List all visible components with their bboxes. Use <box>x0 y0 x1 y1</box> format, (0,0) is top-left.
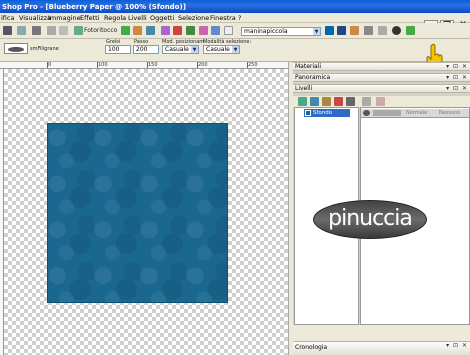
panel-controls-icon[interactable]: ▾ ⊡ ✕ <box>446 74 468 82</box>
layer-toolbar <box>293 96 470 107</box>
horizontal-ruler: 0 100 150 200 250 <box>0 62 292 69</box>
tool-name[interactable]: Fotoritocco <box>84 27 117 34</box>
menu-oggetti[interactable]: Oggetti <box>150 14 174 22</box>
materials-panel-header[interactable]: Materiali ▾ ⊡ ✕ <box>293 62 470 71</box>
effects-icon[interactable] <box>161 26 170 35</box>
open-icon[interactable] <box>3 26 12 35</box>
undo-icon[interactable] <box>47 26 56 35</box>
blend-mode[interactable]: Normale <box>406 110 427 116</box>
run-script-icon[interactable] <box>325 26 334 35</box>
watermark-text: pinuccia <box>328 206 413 231</box>
placement-select[interactable]: Casuale ▼ <box>162 45 199 54</box>
menu-modifica[interactable]: ifica <box>1 14 14 22</box>
layers-panel-title: Livelli <box>295 85 313 92</box>
edit-selection-icon[interactable] <box>376 97 385 106</box>
size-spinner[interactable]: 100 <box>105 45 131 54</box>
selection-mode-value: Casuale <box>206 46 230 53</box>
step-spinner[interactable]: 200 <box>133 45 159 54</box>
print-icon[interactable] <box>32 26 41 35</box>
material-icon[interactable] <box>211 26 220 35</box>
delete-layer-icon[interactable] <box>362 97 371 106</box>
menu-help[interactable]: ? <box>238 14 241 22</box>
main-toolbar: Fotoritocco maninapiccola ▼ <box>0 23 470 39</box>
menu-visualizza[interactable]: Visualizza <box>19 14 51 22</box>
chevron-down-icon: ▼ <box>313 28 320 35</box>
layer-thumbnail-icon <box>305 110 311 116</box>
pause-icon[interactable] <box>378 26 387 35</box>
menu-selezione[interactable]: Selezione <box>178 14 209 22</box>
ruler-label: 150 <box>148 62 158 68</box>
size-value: 100 <box>108 46 120 53</box>
duplicate-layer-icon[interactable] <box>346 97 355 106</box>
opacity-slider[interactable] <box>373 110 401 116</box>
chevron-down-icon: ▼ <box>191 46 198 53</box>
link-mode[interactable]: Nessuno <box>439 110 460 116</box>
tools-icon[interactable] <box>133 26 142 35</box>
history-panel-title: Cronologia <box>295 344 328 351</box>
layers-panel-header[interactable]: Livelli ▾ ⊡ ✕ <box>293 84 470 93</box>
save-icon[interactable] <box>17 26 26 35</box>
menu-finestra[interactable]: Finestra <box>210 14 236 22</box>
title-bar: Shop Pro - [Blueberry Paper @ 100% (Sfon… <box>0 0 470 13</box>
ruler-label: 200 <box>198 62 208 68</box>
watermark-logo: pinuccia <box>313 200 427 239</box>
menu-regola[interactable]: Regola <box>104 14 126 22</box>
layer-properties-row: Normale Nessuno <box>361 109 469 118</box>
palette-icon[interactable] <box>199 26 208 35</box>
redo-icon[interactable] <box>59 26 68 35</box>
panel-scroll-area <box>293 325 470 341</box>
edit-script-icon[interactable] <box>350 26 359 35</box>
enhance-icon[interactable] <box>146 26 155 35</box>
visibility-eye-icon[interactable] <box>363 110 370 116</box>
ruler-label: 250 <box>248 62 258 68</box>
new-vector-layer-icon[interactable] <box>310 97 319 106</box>
overview-panel-header[interactable]: Panoramica ▾ ⊡ ✕ <box>293 73 470 82</box>
overview-panel-title: Panoramica <box>295 74 331 81</box>
history-panel-header[interactable]: Cronologia ▾ ⊡ ✕ <box>293 341 470 355</box>
menu-bar: ifica Visualizza Immagine Effetti Regola… <box>0 13 470 23</box>
menu-effetti[interactable]: Effetti <box>80 14 100 22</box>
window-title: Shop Pro - [Blueberry Paper @ 100% (Sfon… <box>2 3 186 11</box>
run-script-dialog-icon[interactable] <box>337 26 346 35</box>
placement-value: Casuale <box>165 46 189 53</box>
color-icon[interactable] <box>173 26 182 35</box>
menu-livelli[interactable]: Livelli <box>128 14 147 22</box>
script-combo[interactable]: maninapiccola ▼ <box>241 27 321 36</box>
white-icon[interactable] <box>224 26 233 35</box>
preset-name: smFiligrane <box>30 46 59 52</box>
tool-options-bar: smFiligrane Grelsi 100 Passo 200 Mod. po… <box>0 39 470 62</box>
record-icon[interactable] <box>364 26 373 35</box>
ok-icon[interactable] <box>406 26 415 35</box>
brush-shape-icon <box>8 47 24 52</box>
panel-controls-icon[interactable]: ▾ ⊡ ✕ <box>446 63 468 71</box>
chevron-down-icon: ▼ <box>232 46 239 53</box>
script-value: maninapiccola <box>244 28 288 35</box>
browse-icon[interactable] <box>74 26 83 35</box>
panel-controls-icon[interactable]: ▾ ⊡ ✕ <box>446 342 468 349</box>
panel-controls-icon[interactable]: ▾ ⊡ ✕ <box>446 85 468 93</box>
stop-icon[interactable] <box>392 26 401 35</box>
new-raster-layer-icon[interactable] <box>298 97 307 106</box>
new-mask-icon[interactable] <box>334 97 343 106</box>
materials-panel-title: Materiali <box>295 63 322 70</box>
preset-brush-preview[interactable] <box>4 43 28 54</box>
layers-icon[interactable] <box>186 26 195 35</box>
menu-immagine[interactable]: Immagine <box>48 14 81 22</box>
step-value: 200 <box>136 46 148 53</box>
ruler-label: 100 <box>98 62 108 68</box>
edit-icon[interactable] <box>121 26 130 35</box>
selection-mode-select[interactable]: Casuale ▼ <box>203 45 240 54</box>
ruler-label: 0 <box>48 62 52 68</box>
layer-name: Sfondo <box>313 110 333 116</box>
image-canvas[interactable] <box>47 123 228 303</box>
new-adjustment-layer-icon[interactable] <box>322 97 331 106</box>
